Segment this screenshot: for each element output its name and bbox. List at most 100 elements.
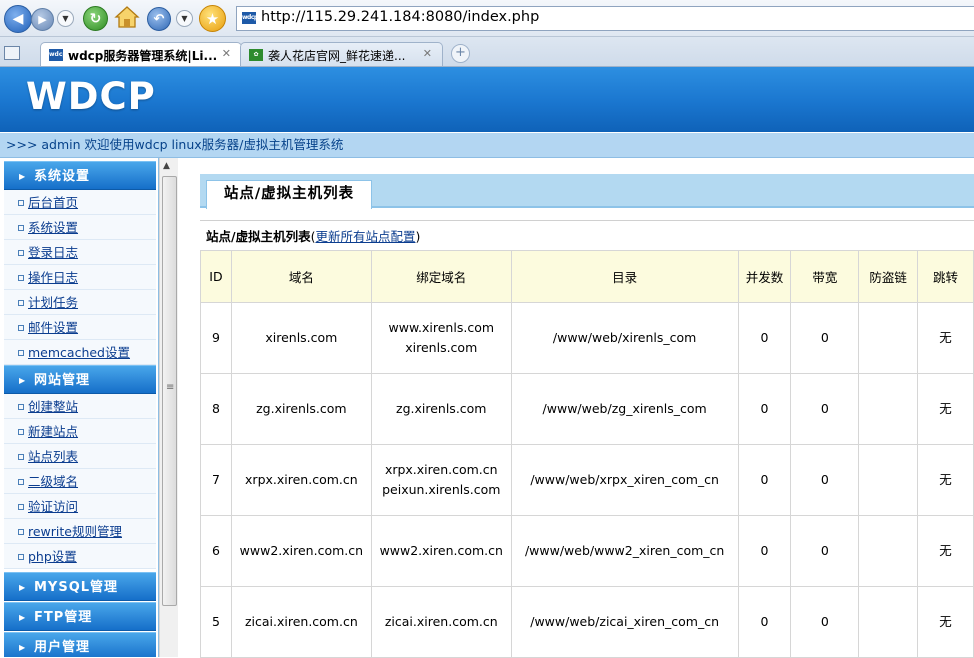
site-table: ID 域名 绑定域名 目录 并发数 带宽 防盗链 跳转 9 xirenls.co… xyxy=(200,250,974,658)
bullet-icon xyxy=(18,529,24,535)
cell-domain: www2.xiren.com.cn xyxy=(230,515,372,587)
arrow-right-icon: ▶ xyxy=(19,613,27,622)
page-icon[interactable] xyxy=(4,46,20,60)
scrollbar-thumb[interactable]: ≡ xyxy=(162,176,177,606)
cell-redirect: 无 xyxy=(917,586,974,658)
close-icon[interactable]: ✕ xyxy=(222,47,231,60)
sidebar-item-cron[interactable]: 计划任务 xyxy=(4,290,156,315)
cell-bandwidth: 0 xyxy=(790,586,860,658)
sidebar-item-new-site[interactable]: 新建站点 xyxy=(4,419,156,444)
sidebar-section-users[interactable]: ▶ 用户管理 xyxy=(4,632,156,657)
home-icon[interactable] xyxy=(114,5,140,29)
tab-favicon-icon: wdcp xyxy=(49,49,67,61)
cell-bandwidth: 0 xyxy=(790,373,860,445)
list-title: 站点/虚拟主机列表 xyxy=(206,229,311,244)
refresh-icon[interactable]: ↻ xyxy=(83,6,108,31)
cell-bandwidth: 0 xyxy=(790,444,860,516)
new-tab-icon[interactable]: + xyxy=(451,44,470,63)
bullet-icon xyxy=(18,300,24,306)
cell-domain: xrpx.xiren.com.cn xyxy=(230,444,372,516)
sidebar-item-site-list[interactable]: 站点列表 xyxy=(4,444,156,469)
table-row[interactable]: 9 xirenls.com www.xirenls.com xirenls.com… xyxy=(200,302,974,374)
table-row[interactable]: 7 xrpx.xiren.com.cn xrpx.xiren.com.cn pei… xyxy=(200,444,974,516)
undo-dropdown-icon[interactable]: ▼ xyxy=(176,10,193,27)
bullet-icon xyxy=(18,250,24,256)
sidebar-scrollbar[interactable]: ▲ ≡ xyxy=(159,158,178,657)
site-favicon-icon: wdcp xyxy=(242,12,258,24)
arrow-right-icon: ▶ xyxy=(19,643,27,652)
cell-bind-domain: zicai.xiren.com.cn xyxy=(370,586,512,658)
arrow-right-icon: ▶ xyxy=(19,376,27,385)
col-redirect: 跳转 xyxy=(917,250,974,303)
tab-title: 袭人花店官网_鲜花速递... xyxy=(268,49,406,63)
sidebar-item-php-settings[interactable]: php设置 xyxy=(4,544,156,569)
col-anti-leech: 防盗链 xyxy=(858,250,919,303)
cell-connections: 0 xyxy=(737,302,792,374)
close-icon[interactable]: ✕ xyxy=(423,47,432,60)
cell-redirect: 无 xyxy=(917,373,974,445)
sidebar-section-system[interactable]: ▶ 系统设置 xyxy=(4,161,156,190)
address-bar[interactable]: wdcp http://115.29.241.184:8080/index.ph… xyxy=(236,6,974,31)
bullet-icon xyxy=(18,350,24,356)
cell-connections: 0 xyxy=(737,444,792,516)
cell-id: 6 xyxy=(200,515,232,587)
back-icon[interactable]: ◀ xyxy=(4,5,32,33)
sidebar-item-subdomain[interactable]: 二级域名 xyxy=(4,469,156,494)
bullet-icon xyxy=(18,275,24,281)
sidebar-section-site[interactable]: ▶ 网站管理 xyxy=(4,365,156,394)
scroll-up-icon[interactable]: ▲ xyxy=(163,161,170,171)
sidebar-item-auth-access[interactable]: 验证访问 xyxy=(4,494,156,519)
cell-domain: xirenls.com xyxy=(230,302,372,374)
history-dropdown-icon[interactable]: ▼ xyxy=(57,10,74,27)
cell-directory: /www/web/xrpx_xiren_com_cn xyxy=(510,444,739,516)
update-all-config-link[interactable]: 更新所有站点配置 xyxy=(315,229,415,244)
page-tab-site-list[interactable]: 站点/虚拟主机列表 xyxy=(206,180,372,209)
tab-xiren[interactable]: ✿ 袭人花店官网_鲜花速递... ✕ xyxy=(240,42,443,66)
table-row[interactable]: 8 zg.xirenls.com zg.xirenls.com /www/web… xyxy=(200,373,974,445)
sidebar-item-memcached[interactable]: memcached设置 xyxy=(4,340,156,365)
url-text[interactable]: http://115.29.241.184:8080/index.php xyxy=(261,9,539,25)
table-row[interactable]: 5 zicai.xiren.com.cn zicai.xiren.com.cn … xyxy=(200,586,974,658)
bullet-icon xyxy=(18,200,24,206)
cell-directory: /www/web/zg_xirenls_com xyxy=(510,373,739,445)
col-bind-domain: 绑定域名 xyxy=(370,250,512,303)
cell-anti-leech xyxy=(858,515,919,587)
sidebar-item-admin-home[interactable]: 后台首页 xyxy=(4,190,156,215)
cell-domain: zicai.xiren.com.cn xyxy=(230,586,372,658)
sidebar-item-mail-settings[interactable]: 邮件设置 xyxy=(4,315,156,340)
sidebar-item-login-log[interactable]: 登录日志 xyxy=(4,240,156,265)
welcome-text: >>> admin 欢迎使用wdcp linux服务器/虚拟主机管理系统 xyxy=(6,137,344,152)
bullet-icon xyxy=(18,479,24,485)
favorites-star-icon[interactable]: ★ xyxy=(199,5,226,32)
col-connections: 并发数 xyxy=(737,250,792,303)
cell-id: 9 xyxy=(200,302,232,374)
cell-directory: /www/web/zicai_xiren_com_cn xyxy=(510,586,739,658)
cell-redirect: 无 xyxy=(917,444,974,516)
forward-icon[interactable]: ▶ xyxy=(31,8,54,31)
table-header-row: ID 域名 绑定域名 目录 并发数 带宽 防盗链 跳转 xyxy=(200,250,974,303)
cell-id: 7 xyxy=(200,444,232,516)
cell-id: 8 xyxy=(200,373,232,445)
tab-bar: wdcp wdcp服务器管理系统|Li... ✕ ✿ 袭人花店官网_鲜花速递..… xyxy=(0,37,974,67)
col-directory: 目录 xyxy=(510,250,739,303)
col-bandwidth: 带宽 xyxy=(790,250,860,303)
table-row[interactable]: 6 www2.xiren.com.cn www2.xiren.com.cn /w… xyxy=(200,515,974,587)
logo: WDCP xyxy=(26,75,156,118)
sidebar-item-rewrite[interactable]: rewrite规则管理 xyxy=(4,519,156,544)
grip-icon: ≡ xyxy=(166,382,175,393)
cell-bandwidth: 0 xyxy=(790,515,860,587)
tab-wdcp[interactable]: wdcp wdcp服务器管理系统|Li... ✕ xyxy=(40,42,242,66)
cell-id: 5 xyxy=(200,586,232,658)
undo-icon[interactable]: ↶ xyxy=(147,7,171,31)
sidebar-section-mysql[interactable]: ▶ MYSQL管理 xyxy=(4,572,156,601)
sidebar-item-operation-log[interactable]: 操作日志 xyxy=(4,265,156,290)
sidebar-item-system-settings[interactable]: 系统设置 xyxy=(4,215,156,240)
col-id: ID xyxy=(200,250,232,303)
bullet-icon xyxy=(18,454,24,460)
list-header: 站点/虚拟主机列表(更新所有站点配置) xyxy=(200,220,974,251)
sidebar-section-ftp[interactable]: ▶ FTP管理 xyxy=(4,602,156,631)
sidebar-item-create-full-site[interactable]: 创建整站 xyxy=(4,394,156,419)
main-content: 站点/虚拟主机列表 站点/虚拟主机列表(更新所有站点配置) ID 域名 绑定域名… xyxy=(178,158,974,658)
cell-directory: /www/web/www2_xiren_com_cn xyxy=(510,515,739,587)
bullet-icon xyxy=(18,325,24,331)
